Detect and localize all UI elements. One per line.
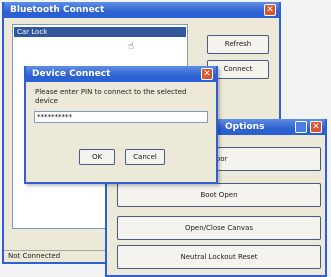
options-window-title: Options: [225, 122, 265, 132]
boot-open-button[interactable]: Boot Open: [117, 183, 321, 207]
neutral-lockout-reset-button[interactable]: Neutral Lockout Reset: [117, 245, 321, 269]
dialog-title: Device Connect: [32, 69, 111, 79]
close-icon[interactable]: ✕: [264, 4, 276, 16]
dialog-close-icon[interactable]: ✕: [201, 68, 213, 80]
mouse-cursor-icon: ☝: [128, 41, 135, 52]
device-connect-dialog: Device Connect ✕ Please enter PIN to con…: [24, 66, 218, 184]
device-list-item[interactable]: Car Lock: [14, 27, 186, 37]
refresh-button[interactable]: Refresh: [207, 35, 269, 54]
bluetooth-window-titlebar[interactable]: Bluetooth Connect ✕: [4, 2, 279, 18]
pin-prompt: Please enter PIN to connect to the selec…: [35, 88, 187, 105]
status-text: Not Connected: [8, 252, 61, 260]
window-title: Bluetooth Connect: [10, 5, 105, 15]
cancel-button[interactable]: Cancel: [125, 149, 165, 165]
pin-field[interactable]: [34, 111, 208, 123]
device-name: Car Lock: [17, 28, 48, 36]
options-close-icon[interactable]: ✕: [310, 121, 322, 133]
minimize-icon[interactable]: [295, 121, 307, 133]
ok-button[interactable]: OK: [79, 149, 115, 165]
dialog-titlebar[interactable]: Device Connect ✕: [26, 66, 216, 82]
open-close-canvas-button[interactable]: Open/Close Canvas: [117, 216, 321, 240]
